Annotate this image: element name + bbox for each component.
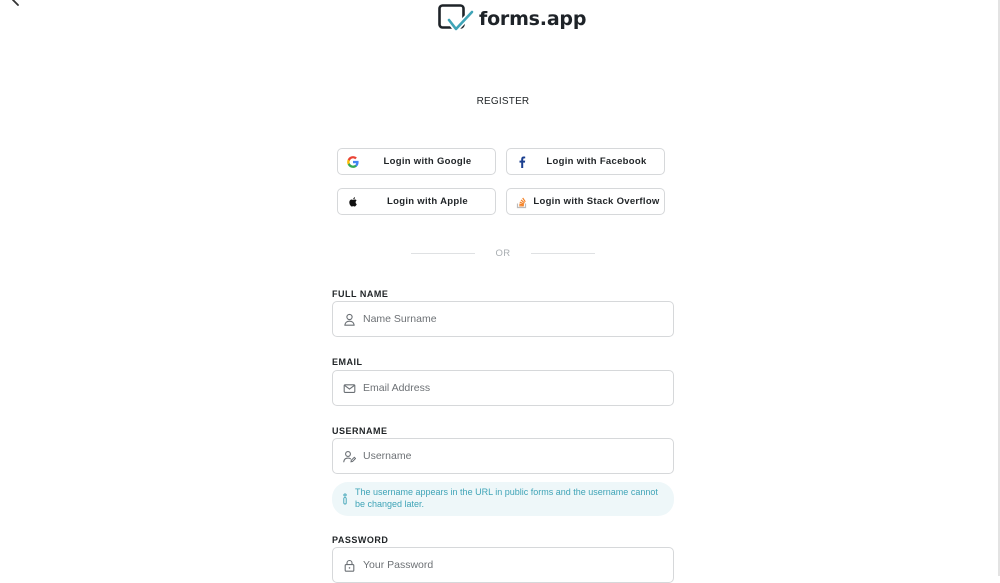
password-input[interactable] <box>363 548 663 582</box>
email-input[interactable] <box>363 371 663 405</box>
back-arrow-icon[interactable] <box>8 0 24 8</box>
full-name-input[interactable] <box>363 302 663 336</box>
login-facebook-button[interactable]: Login with Facebook <box>506 148 665 175</box>
login-stack-overflow-button[interactable]: Login with Stack Overflow <box>506 188 665 215</box>
email-field[interactable] <box>332 370 674 406</box>
login-facebook-label: Login with Facebook <box>546 156 647 167</box>
logo-icon <box>438 4 474 32</box>
password-field[interactable] <box>332 547 674 583</box>
apple-icon <box>349 197 357 207</box>
brand-name: forms.app <box>479 8 587 30</box>
login-google-label: Login with Google <box>383 156 472 167</box>
user-icon <box>344 313 355 326</box>
facebook-icon <box>519 156 526 168</box>
divider-line-left <box>411 253 475 254</box>
info-icon <box>343 493 347 505</box>
brand-logo[interactable]: forms.app <box>438 4 586 34</box>
username-info-box: The username appears in the URL in publi… <box>332 482 674 516</box>
envelope-icon <box>343 384 356 393</box>
full-name-field[interactable] <box>332 301 674 337</box>
stack-overflow-icon <box>516 197 527 209</box>
divider-or: OR <box>495 248 511 259</box>
email-label: EMAIL <box>332 357 363 367</box>
user-edit-icon <box>343 451 356 463</box>
login-apple-label: Login with Apple <box>387 196 468 207</box>
login-google-button[interactable]: Login with Google <box>337 148 496 175</box>
google-icon <box>347 156 359 168</box>
page-title: REGISTER <box>476 96 530 107</box>
login-stack-overflow-label: Login with Stack Overflow <box>533 196 660 207</box>
username-field[interactable] <box>332 438 674 474</box>
divider-line-right <box>531 253 595 254</box>
full-name-label: FULL NAME <box>332 289 389 299</box>
username-input[interactable] <box>363 439 663 473</box>
login-apple-button[interactable]: Login with Apple <box>337 188 496 215</box>
password-label: PASSWORD <box>332 535 389 545</box>
lock-icon <box>344 559 355 572</box>
username-info-text: The username appears in the URL in publi… <box>355 487 658 509</box>
username-label: USERNAME <box>332 426 388 436</box>
